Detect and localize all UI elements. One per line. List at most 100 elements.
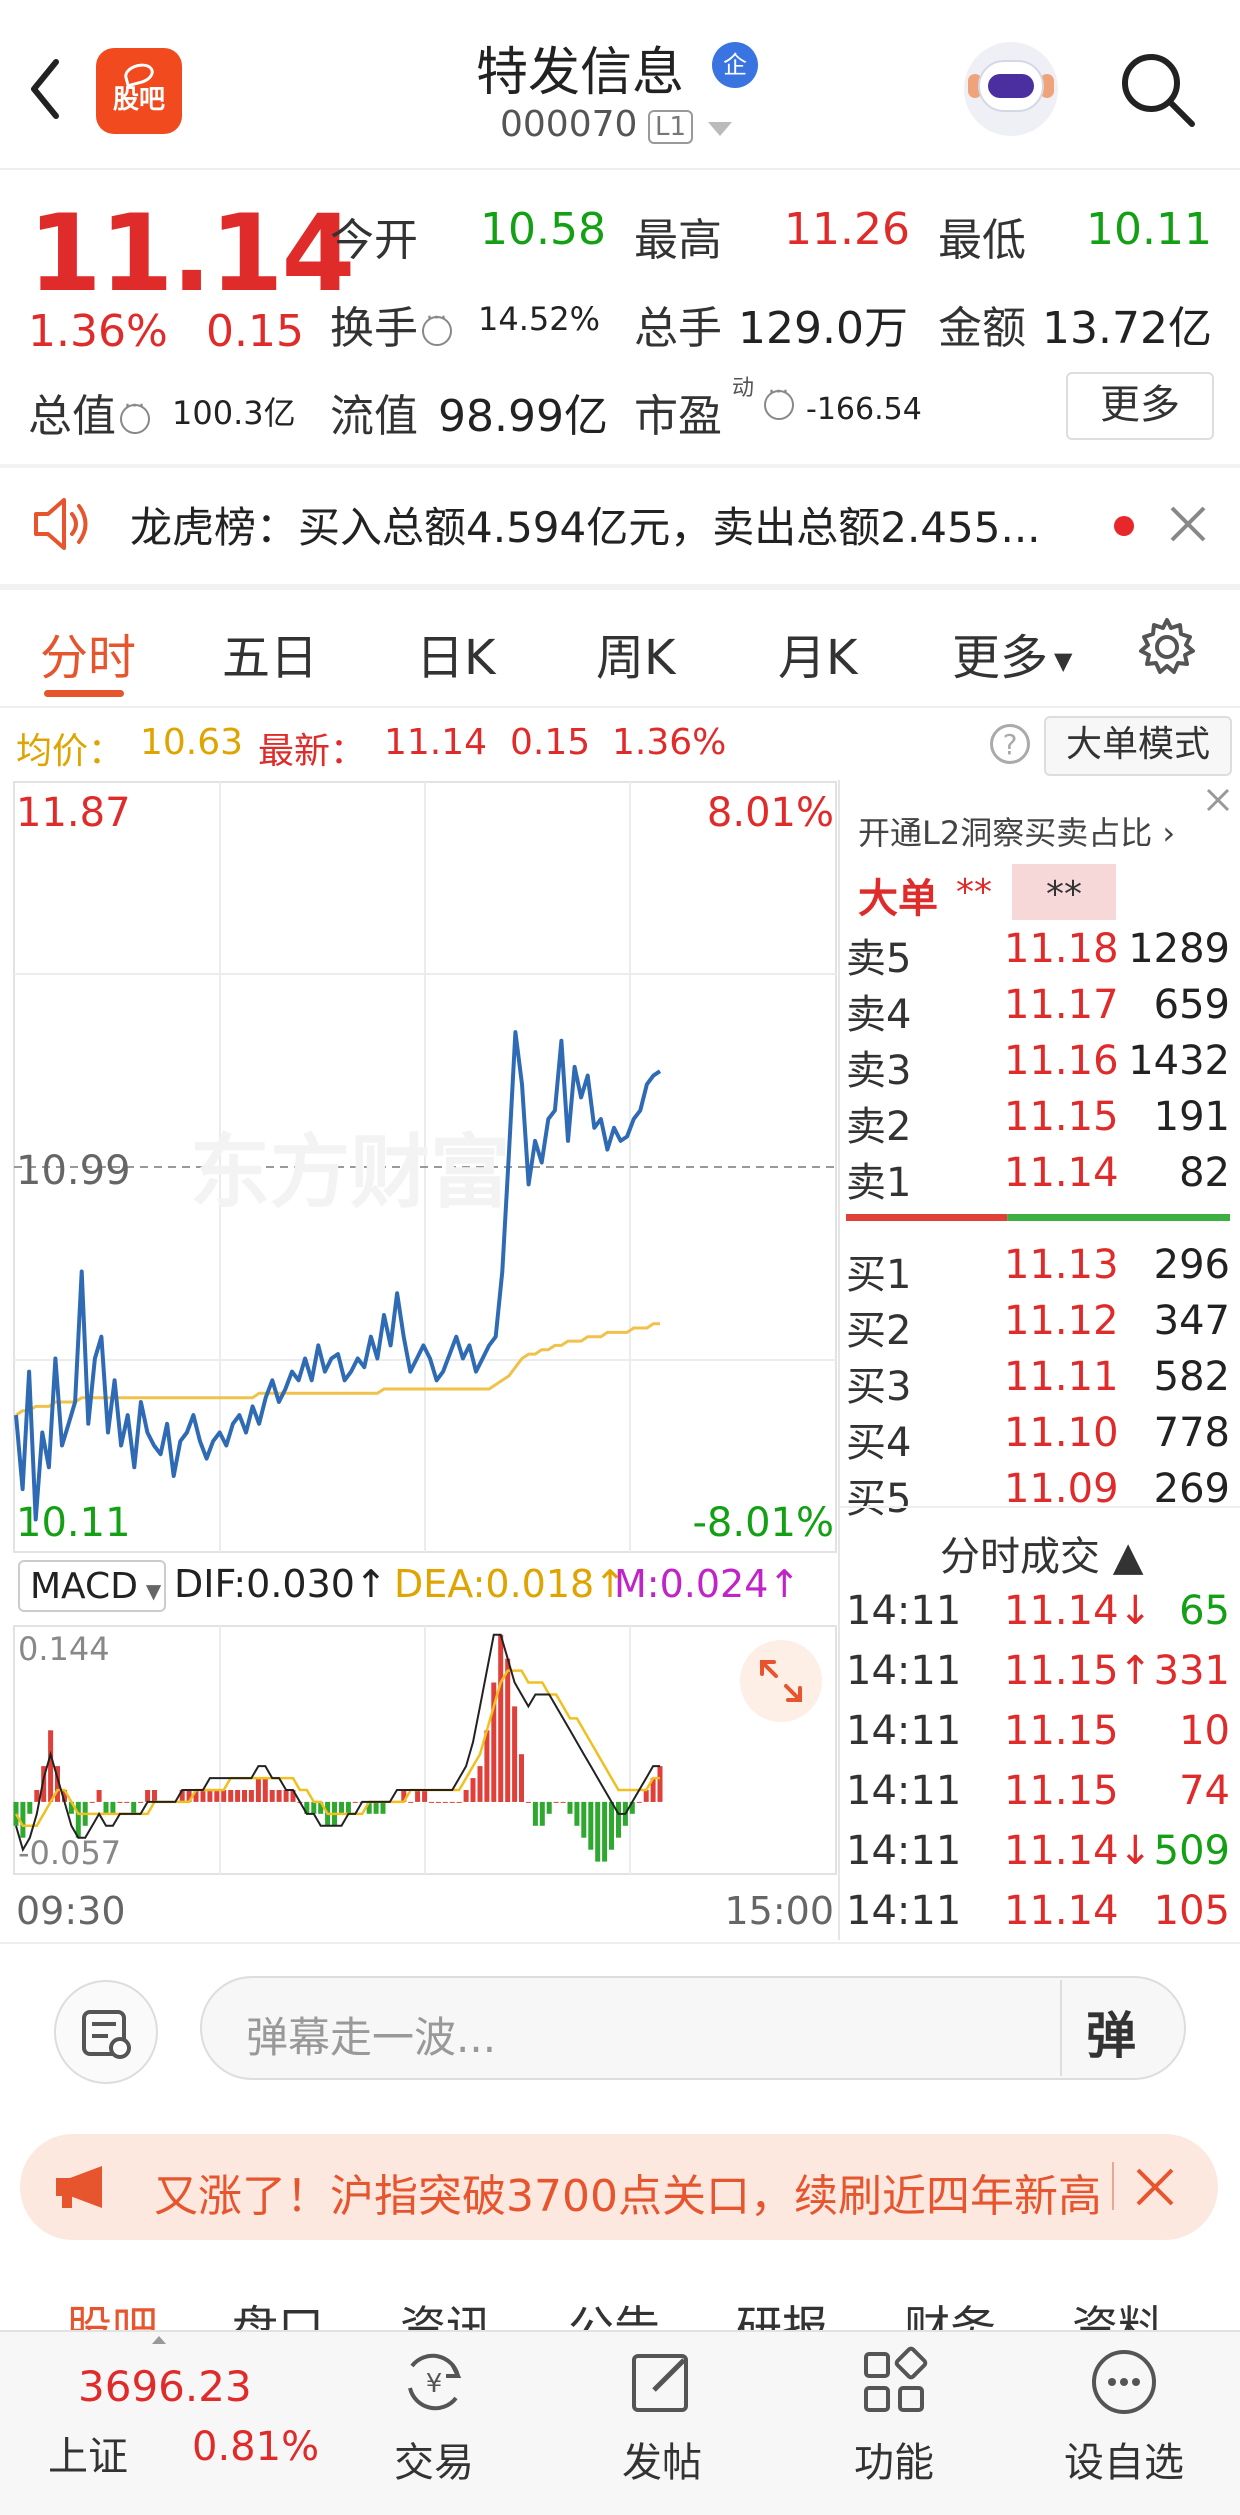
buy-level-label: 买2	[846, 1308, 912, 1354]
function-grid-icon[interactable]	[858, 2346, 930, 2418]
l2-promo-link[interactable]: 开通L2洞察买卖占比 ›	[858, 808, 1175, 854]
sell-level-price: 11.17	[1004, 982, 1119, 1028]
speaker-icon	[34, 498, 88, 550]
watchlist-dots-icon[interactable]	[1088, 2346, 1160, 2418]
big-order-mode-button[interactable]: 大单模式	[1044, 716, 1232, 776]
trade-icon[interactable]: ¥	[398, 2346, 470, 2418]
tabs-divider	[0, 706, 1240, 708]
float-value: 98.99亿	[438, 391, 608, 442]
chart-watermark: 东方财富	[190, 1126, 510, 1219]
macd-bar	[532, 1801, 538, 1826]
macd-bar	[422, 1790, 428, 1802]
index-change[interactable]: 0.81%	[192, 2424, 319, 2470]
more-quote-button[interactable]: 更多	[1066, 372, 1214, 440]
level-badge[interactable]: L1	[648, 110, 694, 144]
close-icon[interactable]	[1202, 784, 1234, 816]
dropdown-icon: ▼	[145, 1579, 162, 1603]
robot-assistant-icon[interactable]	[964, 42, 1058, 136]
macd-top-label: 0.144	[18, 1630, 110, 1668]
indicator-select[interactable]: MACD ▼	[18, 1560, 166, 1612]
macd-bar	[103, 1801, 109, 1814]
float-label: 流值	[330, 391, 418, 442]
buy-level-volume: 778	[1153, 1410, 1230, 1456]
macd-bar	[311, 1801, 317, 1814]
macd-bar	[255, 1778, 261, 1802]
buy-order-row[interactable]: 买2 11.12 347	[846, 1298, 1230, 1354]
current-price: 11.14	[28, 192, 355, 315]
search-icon[interactable]	[1118, 50, 1196, 128]
close-icon[interactable]	[1168, 502, 1208, 546]
change-percent: 1.36%	[28, 306, 168, 357]
buy-order-row[interactable]: 买3 11.11 582	[846, 1354, 1230, 1410]
trade-price: 11.14↓	[1004, 1828, 1153, 1874]
tick-trades-title[interactable]: 分时成交 ▲	[940, 1524, 1143, 1582]
danmu-placeholder[interactable]: 弹幕走一波...	[246, 2004, 496, 2065]
settings-gear-icon[interactable]	[1136, 616, 1198, 678]
danmu-divider	[1060, 1980, 1062, 2076]
big-order-stars: **	[956, 872, 992, 913]
info-dots-icon[interactable]	[120, 394, 150, 434]
sell-order-row[interactable]: 卖1 11.14 82	[846, 1150, 1230, 1206]
expand-icon[interactable]	[740, 1640, 822, 1722]
tab-five-day[interactable]: 五日	[222, 618, 318, 688]
tab-weekly-k[interactable]: 周K	[596, 618, 675, 688]
tab-more[interactable]: 更多 ▼	[952, 618, 1072, 688]
macd-bar	[262, 1778, 268, 1802]
nav-post[interactable]: 发帖	[582, 2430, 742, 2488]
trade-time: 14:11	[846, 1888, 962, 1934]
nav-add-watchlist[interactable]: 设自选	[1044, 2430, 1204, 2488]
megaphone-icon	[56, 2166, 102, 2208]
macd-bar	[242, 1790, 247, 1802]
macd-bar	[352, 1801, 358, 1803]
buy-order-row[interactable]: 买5 11.09 269	[846, 1466, 1230, 1522]
trade-price: 11.14↓	[1004, 1588, 1153, 1634]
post-edit-icon[interactable]	[626, 2346, 698, 2418]
sell-order-row[interactable]: 卖2 11.15 191	[846, 1094, 1230, 1150]
buy-order-row[interactable]: 买1 11.13 296	[846, 1242, 1230, 1298]
index-expand-icon[interactable]	[152, 2336, 166, 2344]
comment-list-button[interactable]	[54, 1980, 158, 2084]
level-dropdown-icon[interactable]	[708, 122, 732, 136]
buy-order-row[interactable]: 买4 11.10 778	[846, 1410, 1230, 1466]
info-dots-icon[interactable]	[422, 306, 452, 346]
last-change-value: 0.15	[510, 722, 591, 763]
index-value[interactable]: 3696.23	[78, 2362, 252, 2411]
sell-level-volume: 191	[1153, 1094, 1230, 1140]
tab-underline	[44, 690, 124, 697]
sell-order-row[interactable]: 卖3 11.16 1432	[846, 1038, 1230, 1094]
macd-bar	[602, 1801, 608, 1862]
info-dots-icon[interactable]	[764, 380, 794, 420]
trade-row: 14:11 11.14↓ 509	[846, 1828, 1230, 1888]
macd-bar	[512, 1706, 518, 1802]
buy-level-price: 11.13	[1004, 1242, 1119, 1288]
intraday-chart[interactable]: 东方财富 11.87 10.99 10.11 8.01% -8.01% 0.14…	[0, 780, 840, 1940]
trade-volume: 10	[1179, 1708, 1230, 1754]
danmu-toggle-button[interactable]: 弹	[1086, 1996, 1136, 2068]
macd-bar	[138, 1801, 144, 1803]
tab-monthly-k[interactable]: 月K	[778, 618, 857, 688]
sell-order-row[interactable]: 卖5 11.18 1289	[846, 926, 1230, 982]
guba-logo[interactable]: 股吧	[96, 48, 182, 134]
news-banner-text[interactable]: 又涨了！沪指突破3700点关口，续刷近四年新高	[154, 2160, 1098, 2224]
macd-bar	[269, 1790, 275, 1802]
macd-bar	[124, 1801, 130, 1803]
tab-intraday[interactable]: 分时	[40, 618, 136, 688]
tab-daily-k[interactable]: 日K	[416, 618, 495, 688]
nav-function[interactable]: 功能	[814, 2430, 974, 2488]
index-name[interactable]: 上证	[48, 2424, 128, 2482]
macd-bar	[546, 1801, 552, 1814]
macd-bar	[276, 1790, 282, 1802]
sell-order-row[interactable]: 卖4 11.17 659	[846, 982, 1230, 1038]
pct-bottom-label: -8.01%	[692, 1500, 834, 1546]
back-arrow-icon[interactable]	[30, 58, 60, 120]
nav-trade[interactable]: 交易	[354, 2430, 514, 2488]
macd-bar	[283, 1790, 289, 1802]
open-value: 10.58	[480, 204, 606, 255]
notice-text[interactable]: 龙虎榜：买入总额4.594亿元，卖出总额2.455...	[130, 494, 1041, 555]
close-icon[interactable]	[1134, 2164, 1176, 2210]
section-divider	[0, 584, 1240, 590]
macd-bar	[477, 1766, 483, 1802]
help-icon[interactable]: ?	[990, 724, 1030, 764]
macd-bar	[519, 1754, 524, 1802]
guba-logo-text: 股吧	[112, 85, 165, 115]
